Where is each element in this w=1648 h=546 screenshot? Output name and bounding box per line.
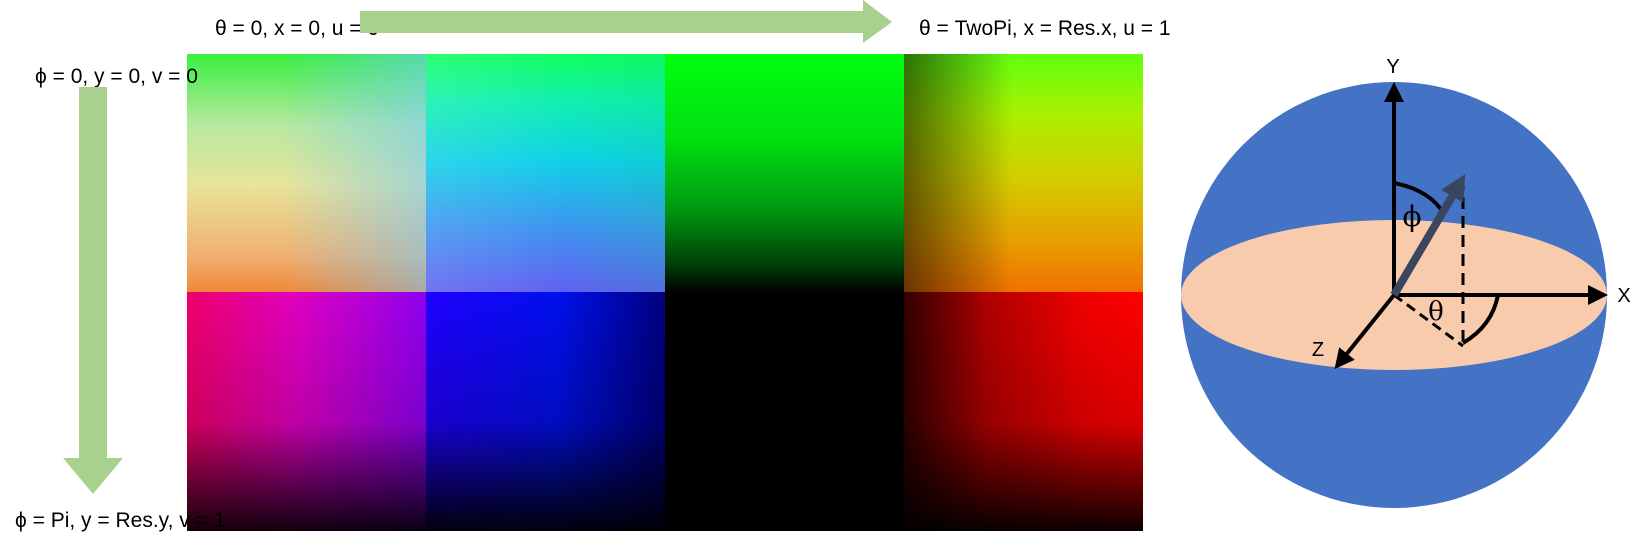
y-axis-label: Y — [1386, 56, 1399, 78]
phi-angle-label: ϕ — [1402, 200, 1421, 233]
z-axis-label: Z — [1312, 339, 1324, 361]
diagram-overlay: Y X Z ϕ θ — [63, 0, 1631, 508]
sphere-diagram: Y X Z ϕ θ — [1181, 56, 1631, 508]
x-axis-label: X — [1617, 285, 1630, 307]
theta-direction-arrow — [360, 0, 892, 43]
theta-angle-label: θ — [1428, 297, 1444, 327]
phi-direction-arrow — [63, 87, 123, 494]
